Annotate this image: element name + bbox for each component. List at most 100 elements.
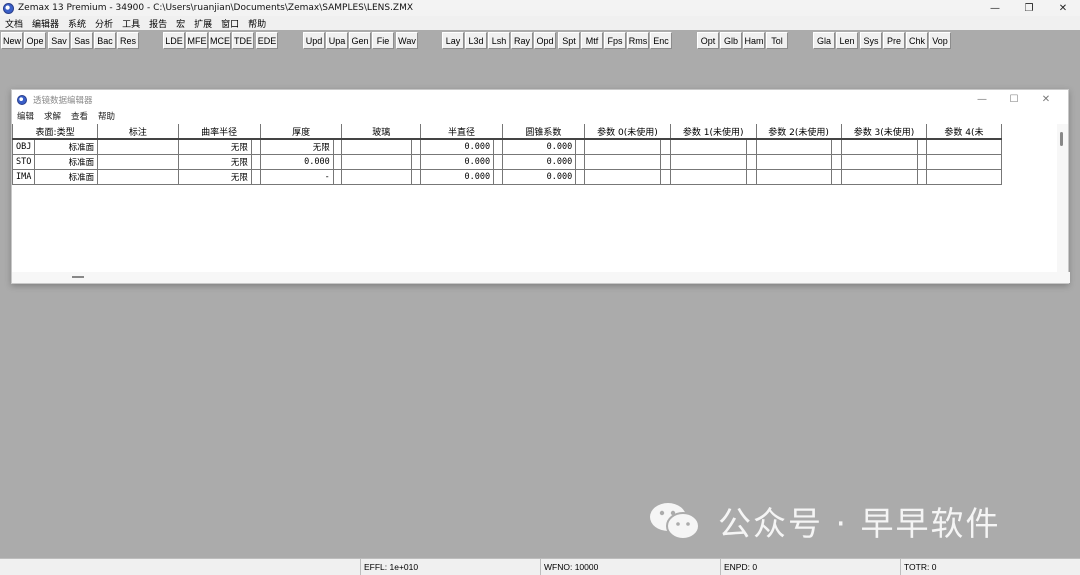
solve-cell[interactable] <box>575 168 586 185</box>
toolbar-button-global[interactable]: Glb <box>720 32 742 49</box>
toolbar-button-ede[interactable]: EDE <box>256 32 278 49</box>
column-header-radius[interactable]: 曲率半径 <box>177 124 261 140</box>
parameter-cell[interactable] <box>926 153 1002 170</box>
glass-cell[interactable] <box>341 153 413 170</box>
solve-cell[interactable] <box>916 138 928 155</box>
editor-menu-solves[interactable]: 求解 <box>44 110 61 122</box>
column-header-par0[interactable]: 参数 0(未使用) <box>584 124 671 140</box>
parameter-cell[interactable] <box>669 153 748 170</box>
toolbar-button-open[interactable]: Ope <box>24 32 46 49</box>
toolbar-button-new[interactable]: New <box>1 32 23 49</box>
menu-macros[interactable]: 宏 <box>176 17 185 30</box>
toolbar-button-encircled[interactable]: Enc <box>650 32 672 49</box>
solve-cell[interactable] <box>332 168 343 185</box>
column-header-comment[interactable]: 标注 <box>97 124 179 140</box>
toolbar-button-layout[interactable]: Lay <box>442 32 464 49</box>
column-header-conic[interactable]: 圆锥系数 <box>501 124 586 140</box>
horizontal-scrollbar[interactable] <box>12 272 1070 283</box>
toolbar-button-backup[interactable]: Bac <box>94 32 116 49</box>
solve-cell[interactable] <box>332 138 343 155</box>
menu-reports[interactable]: 报告 <box>149 17 167 30</box>
comment-cell[interactable] <box>97 138 179 155</box>
toolbar-button-wavelengths[interactable]: Wav <box>396 32 418 49</box>
conic-cell[interactable]: 0.000 <box>501 153 577 170</box>
toolbar-button-general[interactable]: Gen <box>349 32 371 49</box>
solve-cell[interactable] <box>831 168 842 185</box>
radius-cell[interactable]: 无限 <box>177 168 252 185</box>
comment-cell[interactable] <box>97 168 179 185</box>
parameter-cell[interactable] <box>840 153 918 170</box>
table-row[interactable]: OBJ 标准面 无限 无限 0.000 0.000 <box>12 138 1058 155</box>
parameter-cell[interactable] <box>840 138 918 155</box>
toolbar-button-save-as[interactable]: Sas <box>71 32 93 49</box>
solve-cell[interactable] <box>250 138 261 155</box>
surface-label[interactable]: STO <box>12 153 36 170</box>
editor-maximize-button[interactable]: ☐ <box>998 90 1030 109</box>
toolbar-button-fps[interactable]: Fps <box>604 32 626 49</box>
solve-cell[interactable] <box>575 153 586 170</box>
solve-cell[interactable] <box>660 138 671 155</box>
table-row[interactable]: STO 标准面 无限 0.000 0.000 0.000 <box>12 153 1058 170</box>
menu-system[interactable]: 系统 <box>68 17 86 30</box>
parameter-cell[interactable] <box>584 153 662 170</box>
parameter-cell[interactable] <box>926 168 1002 185</box>
vertical-scrollbar[interactable] <box>1057 124 1068 274</box>
parameter-cell[interactable] <box>584 138 662 155</box>
parameter-cell[interactable] <box>755 138 833 155</box>
solve-cell[interactable] <box>493 153 503 170</box>
toolbar-button-restore[interactable]: Res <box>117 32 139 49</box>
restore-button[interactable]: ❐ <box>1012 0 1046 16</box>
menu-analysis[interactable]: 分析 <box>95 17 113 30</box>
column-header-par3[interactable]: 参数 3(未使用) <box>840 124 928 140</box>
surface-type-cell[interactable]: 标准面 <box>34 153 99 170</box>
close-button[interactable]: ✕ <box>1046 0 1080 16</box>
scrollbar-thumb[interactable] <box>1060 132 1063 146</box>
toolbar-button-mfe[interactable]: MFE <box>186 32 208 49</box>
glass-cell[interactable] <box>341 168 413 185</box>
editor-close-button[interactable]: ✕ <box>1030 90 1062 109</box>
solve-cell[interactable] <box>250 153 261 170</box>
conic-cell[interactable]: 0.000 <box>501 168 577 185</box>
solve-cell[interactable] <box>746 153 757 170</box>
solve-cell[interactable] <box>493 168 503 185</box>
toolbar-button-prescription[interactable]: Pre <box>883 32 905 49</box>
solve-cell[interactable] <box>250 168 261 185</box>
column-header-par2[interactable]: 参数 2(未使用) <box>755 124 842 140</box>
column-header-surface-type[interactable]: 表面:类型 <box>12 124 99 140</box>
parameter-cell[interactable] <box>755 168 833 185</box>
surface-type-cell[interactable]: 标准面 <box>34 138 99 155</box>
solve-cell[interactable] <box>831 153 842 170</box>
toolbar-button-vignetting[interactable]: Vop <box>929 32 951 49</box>
surface-label[interactable]: OBJ <box>12 138 36 155</box>
scrollbar-thumb[interactable] <box>72 276 84 278</box>
toolbar-button-ray-fan[interactable]: Ray <box>511 32 533 49</box>
radius-cell[interactable]: 无限 <box>177 138 252 155</box>
editor-menu-view[interactable]: 查看 <box>71 110 88 122</box>
solve-cell[interactable] <box>493 138 503 155</box>
column-header-par4[interactable]: 参数 4(未 <box>926 124 1002 140</box>
semi-diameter-cell[interactable]: 0.000 <box>420 138 495 155</box>
column-header-glass[interactable]: 玻璃 <box>341 124 422 140</box>
toolbar-button-3d-layout[interactable]: L3d <box>465 32 487 49</box>
parameter-cell[interactable] <box>755 153 833 170</box>
parameter-cell[interactable] <box>669 168 748 185</box>
toolbar-button-hammer[interactable]: Ham <box>743 32 765 49</box>
solve-cell[interactable] <box>660 168 671 185</box>
toolbar-button-shaded-model[interactable]: Lsh <box>488 32 510 49</box>
toolbar-button-opd-fan[interactable]: Opd <box>534 32 556 49</box>
editor-menu-help[interactable]: 帮助 <box>98 110 115 122</box>
solve-cell[interactable] <box>411 138 422 155</box>
solve-cell[interactable] <box>746 138 757 155</box>
solve-cell[interactable] <box>660 153 671 170</box>
toolbar-button-spot[interactable]: Spt <box>558 32 580 49</box>
parameter-cell[interactable] <box>840 168 918 185</box>
toolbar-button-mce[interactable]: MCE <box>209 32 231 49</box>
editor-minimize-button[interactable]: — <box>966 90 998 109</box>
table-row[interactable]: IMA 标准面 无限 - 0.000 0.000 <box>12 168 1058 185</box>
column-header-par1[interactable]: 参数 1(未使用) <box>669 124 757 140</box>
column-header-semi-diameter[interactable]: 半直径 <box>420 124 503 140</box>
solve-cell[interactable] <box>411 168 422 185</box>
solve-cell[interactable] <box>831 138 842 155</box>
thickness-cell[interactable]: 0.000 <box>259 153 334 170</box>
solve-cell[interactable] <box>332 153 343 170</box>
